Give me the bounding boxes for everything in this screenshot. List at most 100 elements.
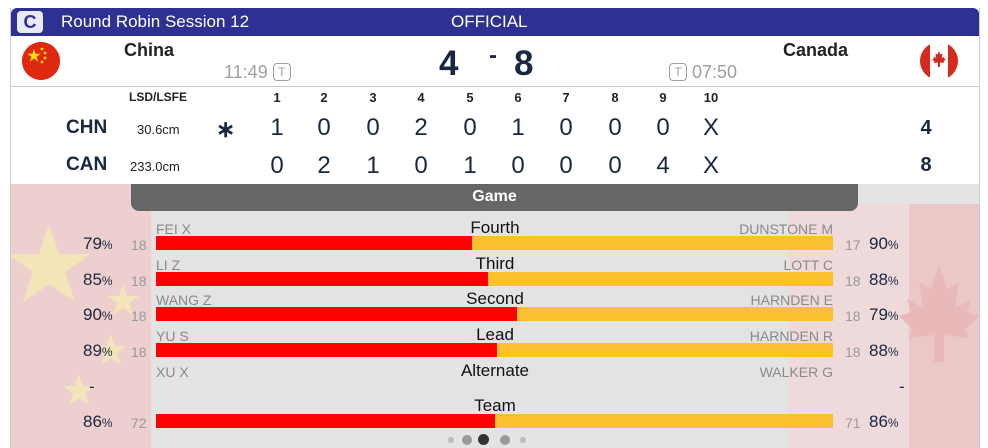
- percentage-value: 88: [869, 341, 888, 360]
- home-percentage-fill: [156, 236, 473, 250]
- timeout-icon: T: [669, 63, 687, 81]
- away-percentage: 88%: [869, 270, 899, 290]
- end-number: 9: [659, 90, 667, 105]
- away-end-score: 0: [270, 152, 284, 179]
- home-shot-count: 72: [131, 415, 147, 431]
- player-stats-panel: Game Fourth FEI X DUNSTONE M 18 17 79% 90% Thir…: [11, 184, 979, 448]
- home-percentage: -: [89, 377, 95, 397]
- end-number: 8: [611, 90, 619, 105]
- away-score: 8: [514, 44, 534, 83]
- pager-dot[interactable]: [500, 435, 510, 445]
- away-player-name: DUNSTONE M: [739, 221, 833, 237]
- away-end-score: 0: [608, 152, 622, 179]
- home-percentage: 86%: [83, 412, 113, 432]
- home-percentage: 85%: [83, 270, 113, 290]
- home-end-score: 0: [317, 114, 331, 141]
- home-percentage-fill: [156, 414, 495, 428]
- percentage-unit: %: [887, 345, 899, 359]
- end-number: 7: [562, 90, 570, 105]
- session-title: Round Robin Session 12: [61, 12, 250, 31]
- home-percentage: 89%: [83, 341, 113, 361]
- percentage-value: 86: [869, 412, 888, 431]
- away-player-name: WALKER G: [759, 364, 833, 380]
- home-end-score: 1: [270, 114, 284, 141]
- canada-flag-icon: [920, 42, 958, 80]
- position-label: Team: [474, 396, 516, 415]
- percentage-unit: %: [101, 345, 113, 359]
- home-shot-count: 18: [131, 308, 147, 324]
- away-shot-count: 18: [845, 344, 861, 360]
- away-time-remaining: T 07:50: [669, 62, 737, 83]
- percentage-value: 89: [83, 341, 102, 360]
- percentage-bar: [156, 236, 833, 250]
- percentage-unit: %: [101, 274, 113, 288]
- home-player-name: FEI X: [156, 221, 192, 237]
- away-team-name: Canada: [783, 40, 849, 60]
- away-end-score: 0: [511, 152, 525, 179]
- home-percentage-fill: [156, 272, 488, 286]
- away-end-score: 0: [414, 152, 428, 179]
- away-lsd: 233.0cm: [130, 159, 180, 174]
- away-player-name: LOTT C: [783, 257, 833, 273]
- home-end-score: 1: [511, 114, 525, 141]
- home-end-score: 0: [366, 114, 380, 141]
- scoreboard-frame: C Round Robin Session 12 OFFICIAL China …: [10, 8, 980, 448]
- pager-dot[interactable]: [462, 435, 472, 445]
- away-team-code: CAN: [66, 154, 108, 175]
- away-player-name: HARNDEN E: [750, 292, 833, 308]
- percentage-value: 79: [83, 234, 102, 253]
- score-header: China 11:49 T 4 - 8 T 07:50 Canada: [11, 36, 979, 87]
- end-number: 10: [703, 90, 719, 105]
- pager-dot[interactable]: [478, 434, 489, 445]
- home-time-remaining: 11:49 T: [224, 62, 291, 83]
- home-score: 4: [439, 44, 459, 83]
- away-shot-count: 71: [845, 415, 861, 431]
- end-number: 1: [273, 90, 281, 105]
- percentage-unit: %: [887, 274, 899, 288]
- away-shot-count: 18: [845, 273, 861, 289]
- away-percentage: 79%: [869, 305, 899, 325]
- end-number: 6: [514, 90, 522, 105]
- percentage-value: 79: [869, 305, 888, 324]
- pager-dot[interactable]: [520, 437, 526, 443]
- away-percentage: -: [899, 377, 905, 397]
- title-bar: C Round Robin Session 12 OFFICIAL: [11, 8, 979, 36]
- percentage-value: 90: [83, 305, 102, 324]
- end-number: 2: [320, 90, 328, 105]
- home-player-name: XU X: [156, 364, 189, 380]
- percentage-unit: %: [887, 309, 899, 323]
- home-percentage-fill: [156, 343, 497, 357]
- tab-game[interactable]: Game: [131, 184, 858, 211]
- game-status: OFFICIAL: [451, 12, 528, 31]
- home-player-name: YU S: [156, 328, 189, 344]
- away-end-score: 2: [317, 152, 331, 179]
- percentage-value: -: [89, 377, 95, 396]
- away-end-score: 4: [656, 152, 670, 179]
- away-end-score: 1: [366, 152, 380, 179]
- percentage-bar: [156, 343, 833, 357]
- home-clock-value: 11:49: [224, 62, 268, 82]
- home-end-score: 2: [414, 114, 428, 141]
- percentage-unit: %: [887, 416, 899, 430]
- percentage-unit: %: [101, 238, 113, 252]
- competition-badge: C: [17, 11, 43, 33]
- percentage-value: 88: [869, 270, 888, 289]
- home-total: 4: [920, 117, 932, 139]
- percentage-value: 90: [869, 234, 888, 253]
- away-player-name: HARNDEN R: [749, 328, 833, 344]
- percentage-unit: %: [887, 238, 899, 252]
- home-end-score: X: [702, 114, 719, 141]
- away-end-score: 1: [463, 152, 477, 179]
- away-end-score: X: [702, 152, 719, 179]
- home-player-name: WANG Z: [156, 292, 212, 308]
- lsd-header: LSD/LSFE: [129, 90, 188, 104]
- home-team-name: China: [124, 40, 175, 60]
- hammer-indicator-icon: ∗: [216, 116, 236, 142]
- home-end-score: 0: [608, 114, 622, 141]
- away-percentage: 90%: [869, 234, 899, 254]
- pager-dot[interactable]: [448, 437, 454, 443]
- home-end-score: 0: [559, 114, 573, 141]
- home-percentage: 90%: [83, 305, 113, 325]
- away-clock-value: 07:50: [692, 62, 738, 82]
- percentage-unit: %: [101, 416, 113, 430]
